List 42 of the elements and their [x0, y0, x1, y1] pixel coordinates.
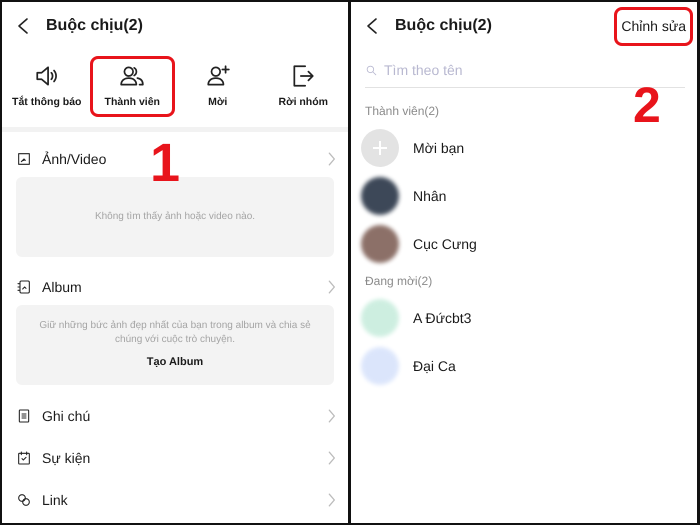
member-name: Nhân	[413, 186, 446, 206]
step-number: 1	[150, 136, 180, 190]
member-row[interactable]: Đại Ca	[351, 342, 466, 390]
member-row[interactable]: A Đứcbt3	[351, 294, 482, 342]
action-button[interactable]: Thành viên	[90, 56, 175, 117]
link-icon	[16, 492, 32, 508]
section-title[interactable]: Ảnh/Video	[42, 150, 106, 166]
chevron-icon[interactable]	[326, 408, 336, 424]
member-row[interactable]: Nhân	[351, 172, 456, 220]
back-icon[interactable]	[365, 17, 379, 35]
empty-message: Giữ những bức ảnh đẹp nhất của bạn trong album và chia sẻ chúng với cuộc trò chuyện.	[38, 319, 312, 346]
image-icon	[16, 151, 32, 167]
member-row[interactable]: Cục Cưng	[351, 220, 487, 268]
chevron-icon[interactable]	[326, 450, 336, 466]
step-number: 2	[633, 80, 661, 130]
section-heading: Thành viên(2)	[365, 103, 440, 120]
chevron-icon[interactable]	[326, 279, 336, 295]
calendar-icon	[16, 450, 32, 466]
section-title[interactable]: Ghi chú	[42, 408, 90, 424]
action-button[interactable]: Rời nhóm	[260, 56, 346, 117]
section-heading: Đang mời(2)	[365, 273, 432, 290]
member-name: Đại Ca	[413, 356, 456, 376]
member-name: A Đứcbt3	[413, 308, 472, 328]
album-icon	[16, 279, 32, 295]
chevron-icon[interactable]	[326, 492, 336, 508]
empty-message: Không tìm thấy ảnh hoặc video nào.	[94, 210, 256, 224]
chat-title: Buộc chịu(2)	[46, 16, 143, 36]
edit-button[interactable]: Chỉnh sửa	[614, 6, 693, 46]
search-icon	[365, 64, 378, 77]
back-icon[interactable]	[16, 17, 30, 35]
action-button[interactable]: Tắt thông báo	[4, 56, 90, 117]
member-row[interactable]: Mời bạn	[351, 124, 474, 172]
action-button[interactable]: Mời	[175, 56, 260, 117]
section-title[interactable]: Link	[42, 492, 68, 508]
chat-title: Buộc chịu(2)	[395, 16, 493, 36]
section-title[interactable]: Sự kiện	[42, 450, 90, 466]
member-name: Cục Cưng	[413, 234, 477, 254]
section-title[interactable]: Album	[42, 278, 82, 294]
note-icon	[16, 408, 32, 424]
create-album-link[interactable]: Tạo Album	[146, 354, 204, 371]
chevron-icon[interactable]	[326, 151, 336, 167]
member-name: Mời bạn	[413, 138, 464, 158]
